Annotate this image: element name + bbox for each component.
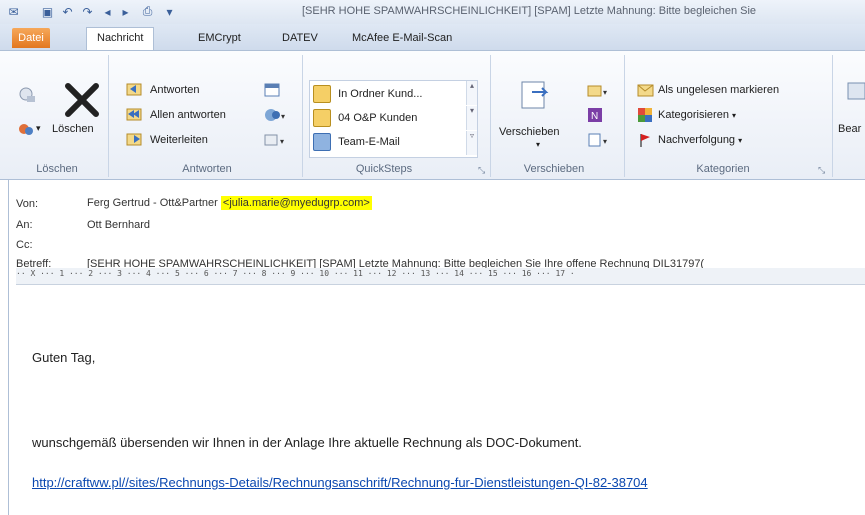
redo-icon[interactable]: ↷: [80, 4, 95, 19]
next-item-icon[interactable]: ▸: [118, 4, 133, 19]
svg-text:N: N: [591, 111, 598, 122]
move-button[interactable]: Verschieben: [499, 126, 560, 138]
mail-app-icon: ✉: [8, 4, 19, 19]
reply-icon[interactable]: [126, 82, 144, 101]
categorize-icon[interactable]: [637, 107, 653, 126]
categorize-dropdown-icon: ▾: [732, 111, 737, 120]
move-icon[interactable]: [518, 78, 552, 115]
group-separator: [490, 55, 491, 177]
tab-nachricht[interactable]: Nachricht: [86, 27, 155, 50]
delete-button-label[interactable]: Löschen: [52, 123, 94, 135]
team-email-icon: [313, 133, 331, 151]
follow-up-dropdown-icon: ▾: [738, 136, 743, 145]
body-link[interactable]: http://craftww.pl//sites/Rechnungs-Detai…: [32, 475, 648, 490]
quickstep-item[interactable]: Team-E-Mail: [313, 133, 400, 151]
quicksteps-dialog-launcher-icon[interactable]: ⤡: [478, 165, 485, 176]
group-separator: [302, 55, 303, 177]
svg-text:▾: ▾: [603, 88, 607, 97]
folder-move-icon: [313, 109, 331, 127]
follow-up-label: Nachverfolgung: [658, 134, 736, 146]
group-label-loeschen: Löschen: [36, 163, 78, 175]
reply-all-icon[interactable]: [126, 107, 144, 126]
customize-toolbar-icon[interactable]: ▾: [162, 4, 177, 19]
quickstep-label: In Ordner Kund...: [338, 87, 423, 100]
body-paragraph: wunschgemäß übersenden wir Ihnen in der …: [32, 435, 582, 450]
categorize-button[interactable]: Kategorisieren ▾: [658, 109, 736, 121]
quickstep-item[interactable]: In Ordner Kund...: [313, 85, 422, 103]
tab-datei[interactable]: Datei: [12, 28, 50, 48]
svg-text:▾: ▾: [603, 137, 607, 146]
quickstep-label: Team-E-Mail: [338, 135, 400, 148]
edit-button-label[interactable]: Bear: [838, 123, 861, 135]
mark-unread-button[interactable]: Als ungelesen markieren: [658, 84, 779, 96]
follow-up-flag-icon[interactable]: [637, 132, 653, 151]
from-field[interactable]: Ferg Gertrud - Ott&Partner <julia.marie@…: [87, 196, 372, 210]
delete-icon[interactable]: [62, 80, 102, 120]
quicksteps-more-icon[interactable]: ▿: [466, 131, 477, 155]
group-separator: [624, 55, 625, 177]
from-label: Von:: [16, 198, 39, 210]
cleanup-dropdown-icon[interactable]: ▾: [36, 123, 41, 134]
cc-label: Cc:: [16, 239, 33, 251]
categorize-label: Kategorisieren: [658, 109, 729, 121]
sender-email: <julia.marie@myedugrp.com>: [220, 196, 372, 210]
to-label: An:: [16, 219, 33, 231]
meeting-icon[interactable]: [264, 82, 280, 101]
quickstep-label: 04 O&P Kunden: [338, 111, 418, 124]
group-label-kategorien: Kategorien: [696, 163, 750, 175]
forward-button[interactable]: Weiterleiten: [150, 134, 208, 146]
quicksteps-scroll-up-icon[interactable]: ▴: [466, 81, 477, 105]
to-field[interactable]: Ott Bernhard: [87, 219, 150, 231]
im-reply-icon[interactable]: ▾: [264, 107, 286, 126]
forward-icon[interactable]: [126, 132, 144, 151]
quickstep-item[interactable]: 04 O&P Kunden: [313, 109, 417, 127]
group-separator: [832, 55, 833, 177]
group-label-verschieben: Verschieben: [523, 163, 585, 175]
group-label-antworten: Antworten: [182, 163, 232, 175]
onenote-icon[interactable]: N: [587, 107, 603, 126]
sender-name: Ferg Gertrud - Ott&Partner: [87, 197, 218, 209]
actions-icon[interactable]: ▾: [587, 132, 609, 151]
rules-icon[interactable]: ▾: [587, 83, 609, 102]
folder-move-icon: [313, 85, 331, 103]
reply-button[interactable]: Antworten: [150, 84, 200, 96]
follow-up-button[interactable]: Nachverfolgung ▾: [658, 134, 742, 146]
save-icon[interactable]: ▣: [40, 4, 55, 19]
print-icon[interactable]: ⎙: [140, 4, 155, 19]
tab-emcrypt[interactable]: EMCrypt: [188, 28, 251, 48]
quicksteps-scroll-down-icon[interactable]: ▾: [466, 106, 477, 130]
group-label-quicksteps: QuickSteps: [355, 163, 413, 175]
reply-all-button[interactable]: Allen antworten: [150, 109, 226, 121]
undo-icon[interactable]: ↶: [60, 4, 75, 19]
tab-datev[interactable]: DATEV: [272, 28, 328, 48]
body-greeting: Guten Tag,: [32, 350, 96, 365]
svg-text:▾: ▾: [281, 112, 285, 121]
ignore-icon[interactable]: [18, 86, 36, 104]
move-dropdown-icon[interactable]: ▾: [536, 140, 540, 149]
cleanup-icon[interactable]: [18, 121, 34, 137]
window-title: [SEHR HOHE SPAMWAHRSCHEINLICHKEIT] [SPAM…: [302, 5, 757, 17]
mark-unread-icon[interactable]: [637, 82, 655, 101]
ruler-scale: ·· X ··· 1 ··· 2 ··· 3 ··· 4 ··· 5 ··· 6…: [16, 269, 575, 278]
tab-mcafee[interactable]: McAfee E-Mail-Scan: [342, 28, 462, 48]
kategorien-dialog-launcher-icon[interactable]: ⤡: [818, 165, 825, 176]
more-respond-icon[interactable]: ▾: [264, 132, 286, 151]
edit-icon[interactable]: [846, 82, 865, 103]
ruler[interactable]: ·· X ··· 1 ··· 2 ··· 3 ··· 4 ··· 5 ··· 6…: [16, 268, 865, 285]
previous-item-icon[interactable]: ◂: [100, 4, 115, 19]
group-separator: [108, 55, 109, 177]
svg-text:▾: ▾: [280, 137, 284, 146]
